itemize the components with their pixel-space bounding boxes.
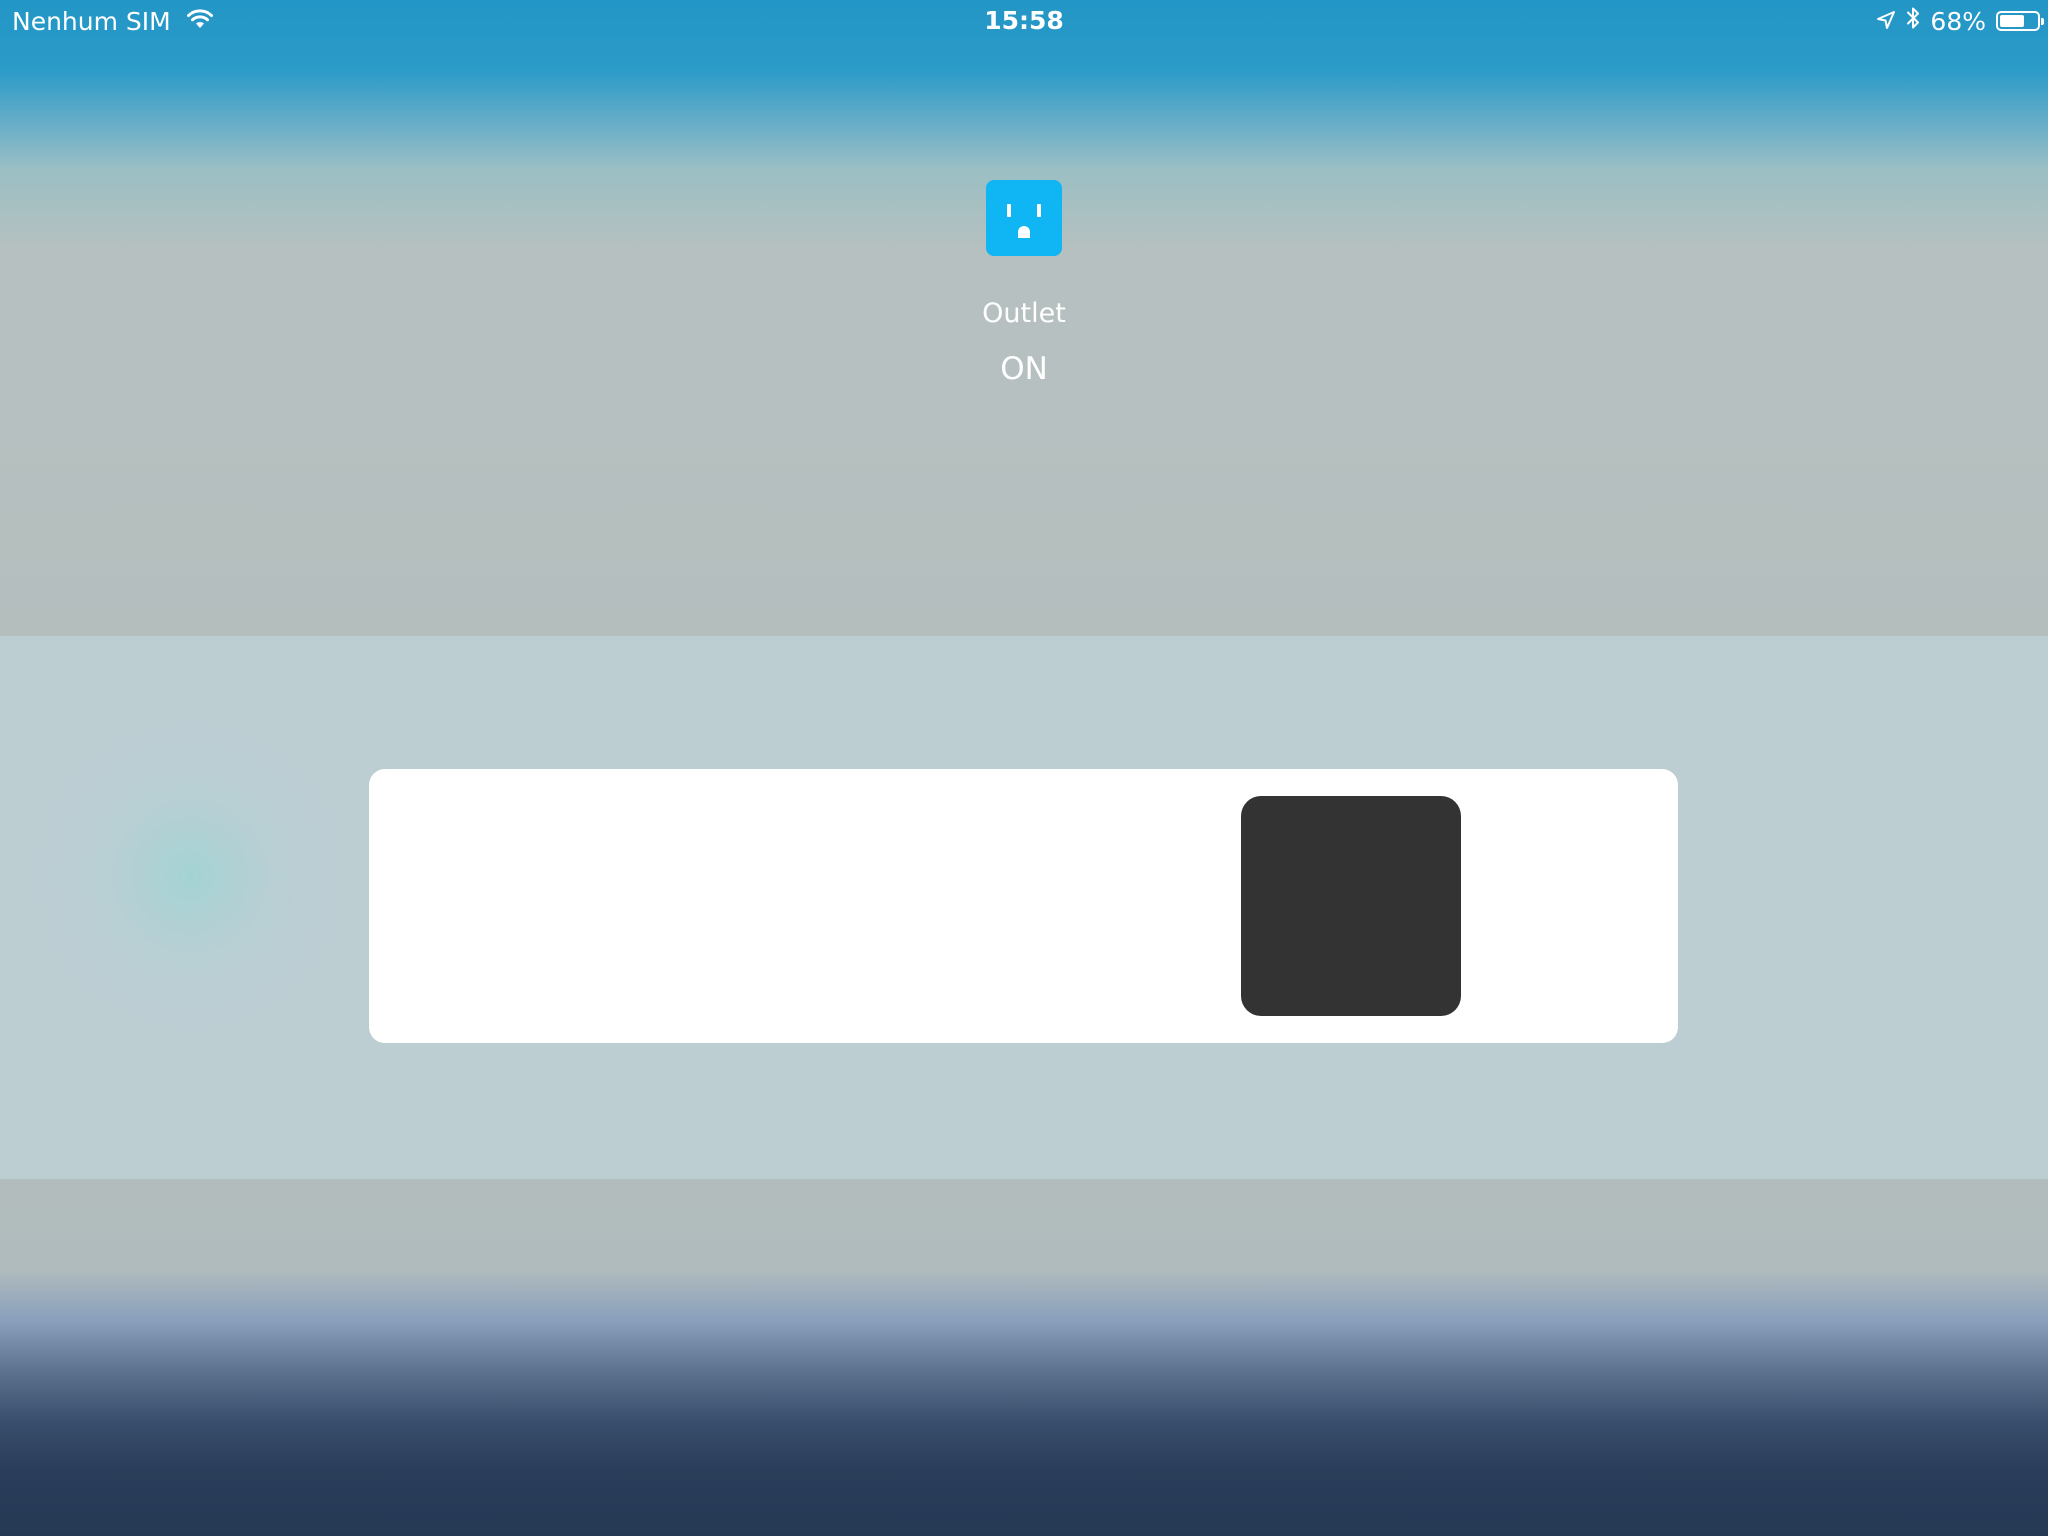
background-glow [30,716,350,1036]
accessory-name: Outlet [982,298,1066,329]
location-arrow-icon [1876,7,1896,36]
status-time: 15:58 [984,6,1064,35]
screen: Nenhum SIM 15:58 68% Outlet ON [0,0,2048,1536]
accessory-state: ON [1000,351,1048,387]
control-panel [0,636,2048,1179]
battery-percent: 68% [1930,6,1986,36]
status-right-group: 68% [1876,6,2044,36]
battery-level-fill [2000,15,2024,27]
accessory-header: Outlet ON [0,180,2048,387]
bluetooth-icon [1906,6,1920,36]
status-bar: Nenhum SIM 15:58 68% [0,0,2048,42]
power-toggle[interactable] [369,769,1678,1043]
battery-icon [1996,11,2044,31]
power-toggle-thumb[interactable] [1241,796,1461,1016]
outlet-icon [986,180,1062,256]
